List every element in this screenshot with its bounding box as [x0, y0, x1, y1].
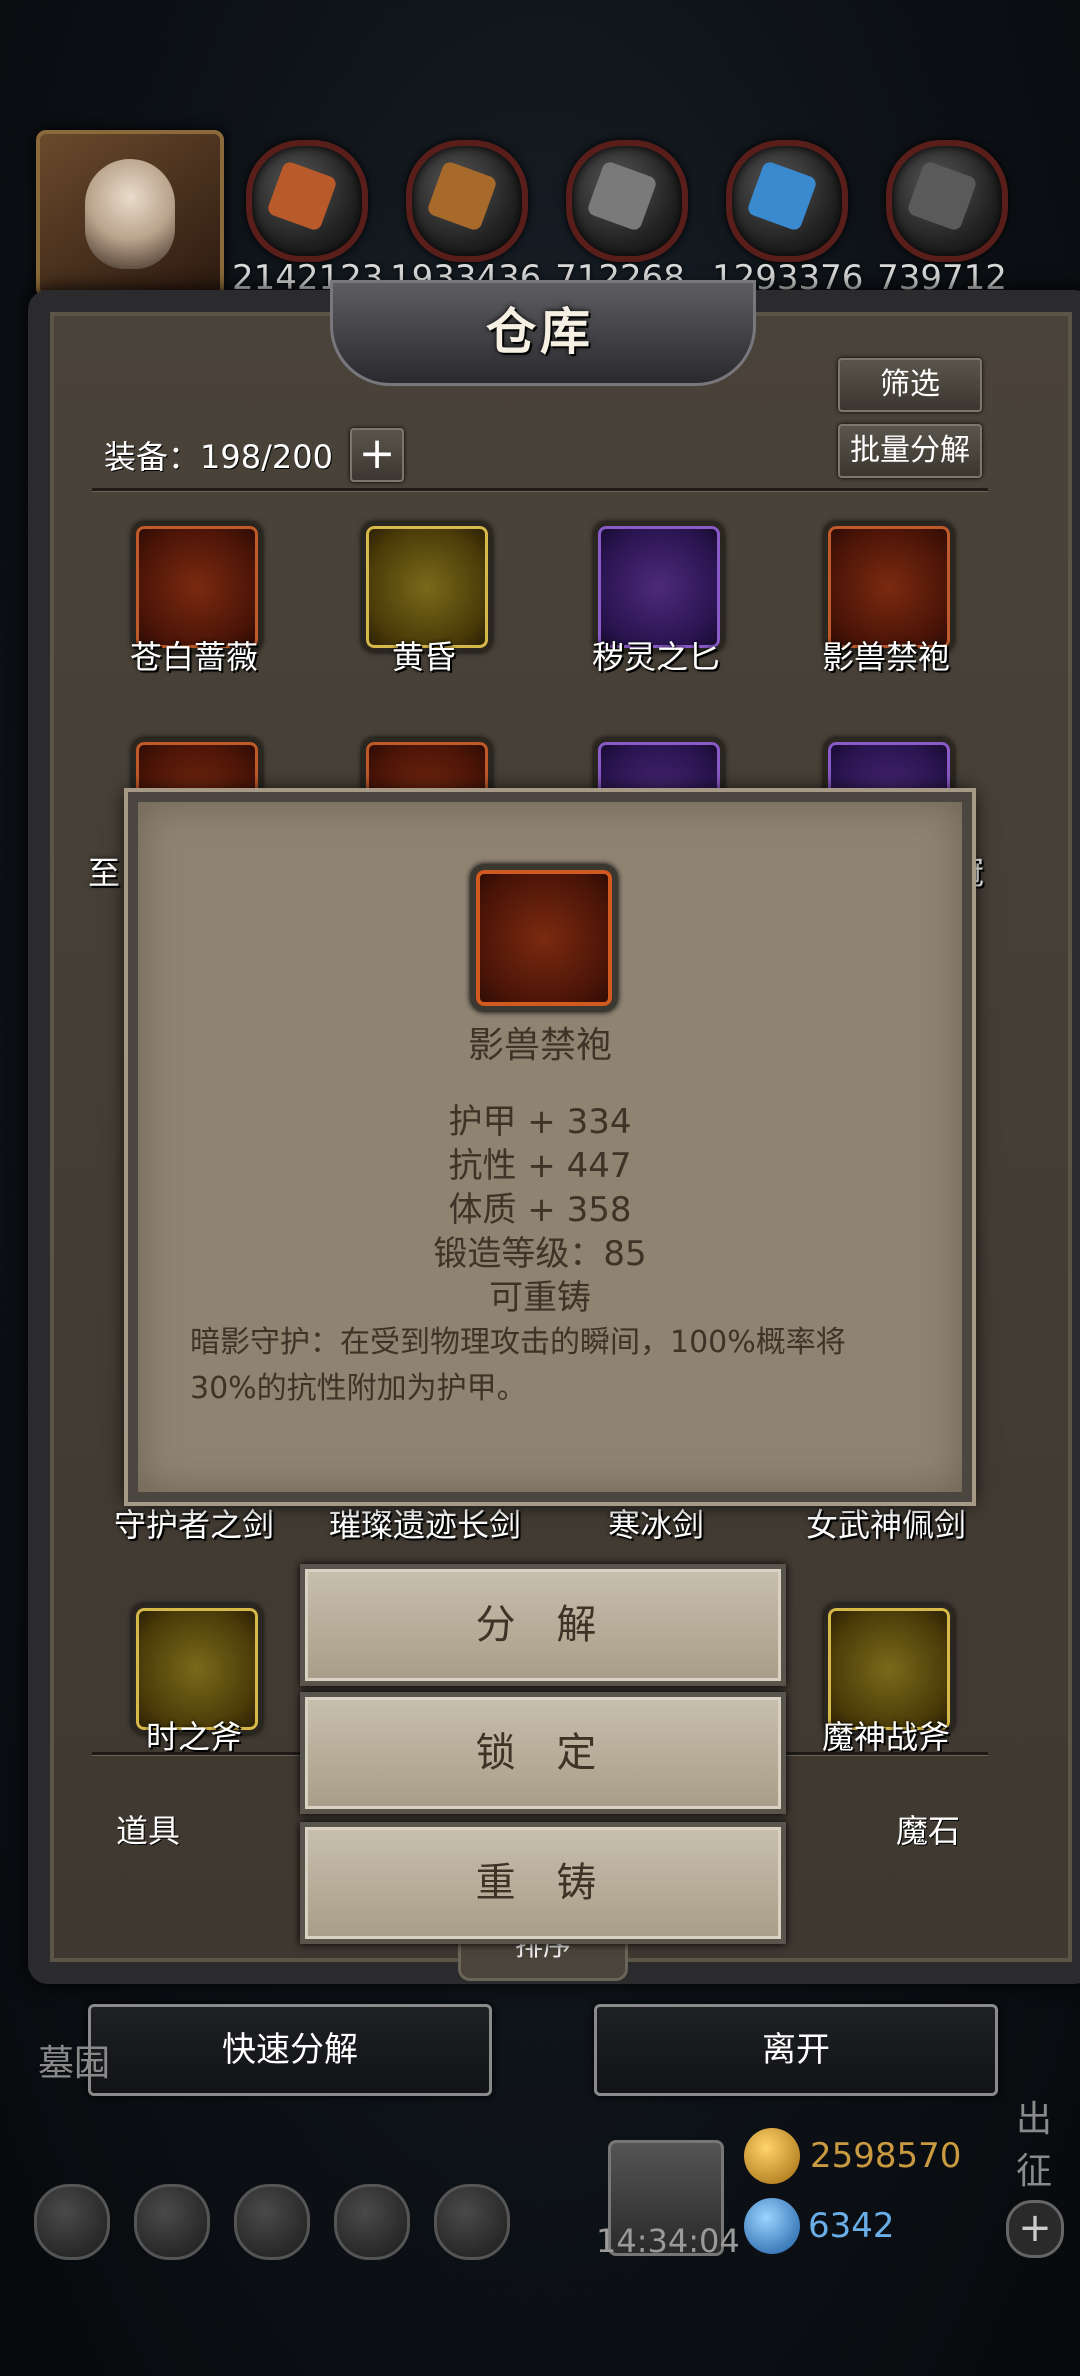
shop-icon[interactable]: [434, 2184, 510, 2260]
diamond-icon: [744, 2198, 800, 2254]
stat-forge-level: 锻造等级：85: [433, 1234, 647, 1274]
batch-dismantle-button[interactable]: 批量分解: [838, 424, 982, 478]
iron-icon[interactable]: [886, 140, 1008, 262]
leave-button[interactable]: 离开: [594, 2004, 998, 2096]
item-name: 黄昏: [391, 638, 456, 676]
item-name: 寒冰剑: [607, 1506, 704, 1544]
gold-amount: 2598570: [810, 2136, 962, 2176]
stone-icon[interactable]: [566, 140, 688, 262]
add-gems-button[interactable]: +: [1006, 2200, 1064, 2258]
lock-button[interactable]: 锁 定: [300, 1692, 786, 1814]
item-name: 女武神佩剑: [805, 1506, 966, 1544]
reforgeable-label: 可重铸: [489, 1278, 591, 1318]
gold-coin-icon: [744, 2128, 800, 2184]
expand-capacity-button[interactable]: +: [350, 428, 404, 482]
tab-items[interactable]: 道具: [116, 1806, 180, 1852]
item-name: 守护者之剑: [113, 1506, 274, 1544]
robe-icon: [470, 864, 618, 1012]
divider: [92, 488, 988, 491]
achievement-icon[interactable]: [134, 2184, 210, 2260]
settings-icon[interactable]: [34, 2184, 110, 2260]
player-avatar[interactable]: [36, 130, 224, 298]
filter-button[interactable]: 筛选: [838, 358, 982, 412]
stat-constitution: 体质 + 358: [448, 1190, 632, 1230]
detail-item-name: 影兽禁袍: [467, 1025, 612, 1066]
crystal-icon[interactable]: [726, 140, 848, 262]
clock-text: 14:34:04: [596, 2222, 740, 2260]
item-name: 至: [88, 854, 121, 892]
item-name: 苍白蔷薇: [129, 638, 258, 676]
equip-count: 装备：198/200: [104, 438, 333, 476]
item-name: 影兽禁袍: [821, 638, 950, 676]
gem-amount: 6342: [808, 2206, 895, 2246]
graveyard-label: 墓园: [38, 2043, 111, 2084]
panel-title: 仓库: [486, 303, 594, 361]
ranking-icon[interactable]: [234, 2184, 310, 2260]
reforge-button[interactable]: 重 铸: [300, 1822, 786, 1944]
wood-icon[interactable]: [406, 140, 528, 262]
stat-armor: 护甲 + 334: [448, 1102, 632, 1142]
expedition-label: 出征: [1016, 2099, 1053, 2192]
tab-magic-stone[interactable]: 魔石: [896, 1806, 960, 1852]
dismantle-button[interactable]: 分 解: [300, 1564, 786, 1686]
quick-dismantle-button[interactable]: 快速分解: [88, 2004, 492, 2096]
mail-icon[interactable]: [334, 2184, 410, 2260]
stat-resistance: 抗性 + 447: [448, 1146, 632, 1186]
meat-icon[interactable]: [246, 140, 368, 262]
hero-portrait: [85, 159, 175, 269]
item-description: 暗影守护：在受到物理攻击的瞬间，100%概率将30%的抗性附加为护甲。: [190, 1325, 846, 1406]
item-name: 璀璨遗迹长剑: [328, 1506, 521, 1544]
item-name: 秽灵之匕: [591, 638, 720, 676]
